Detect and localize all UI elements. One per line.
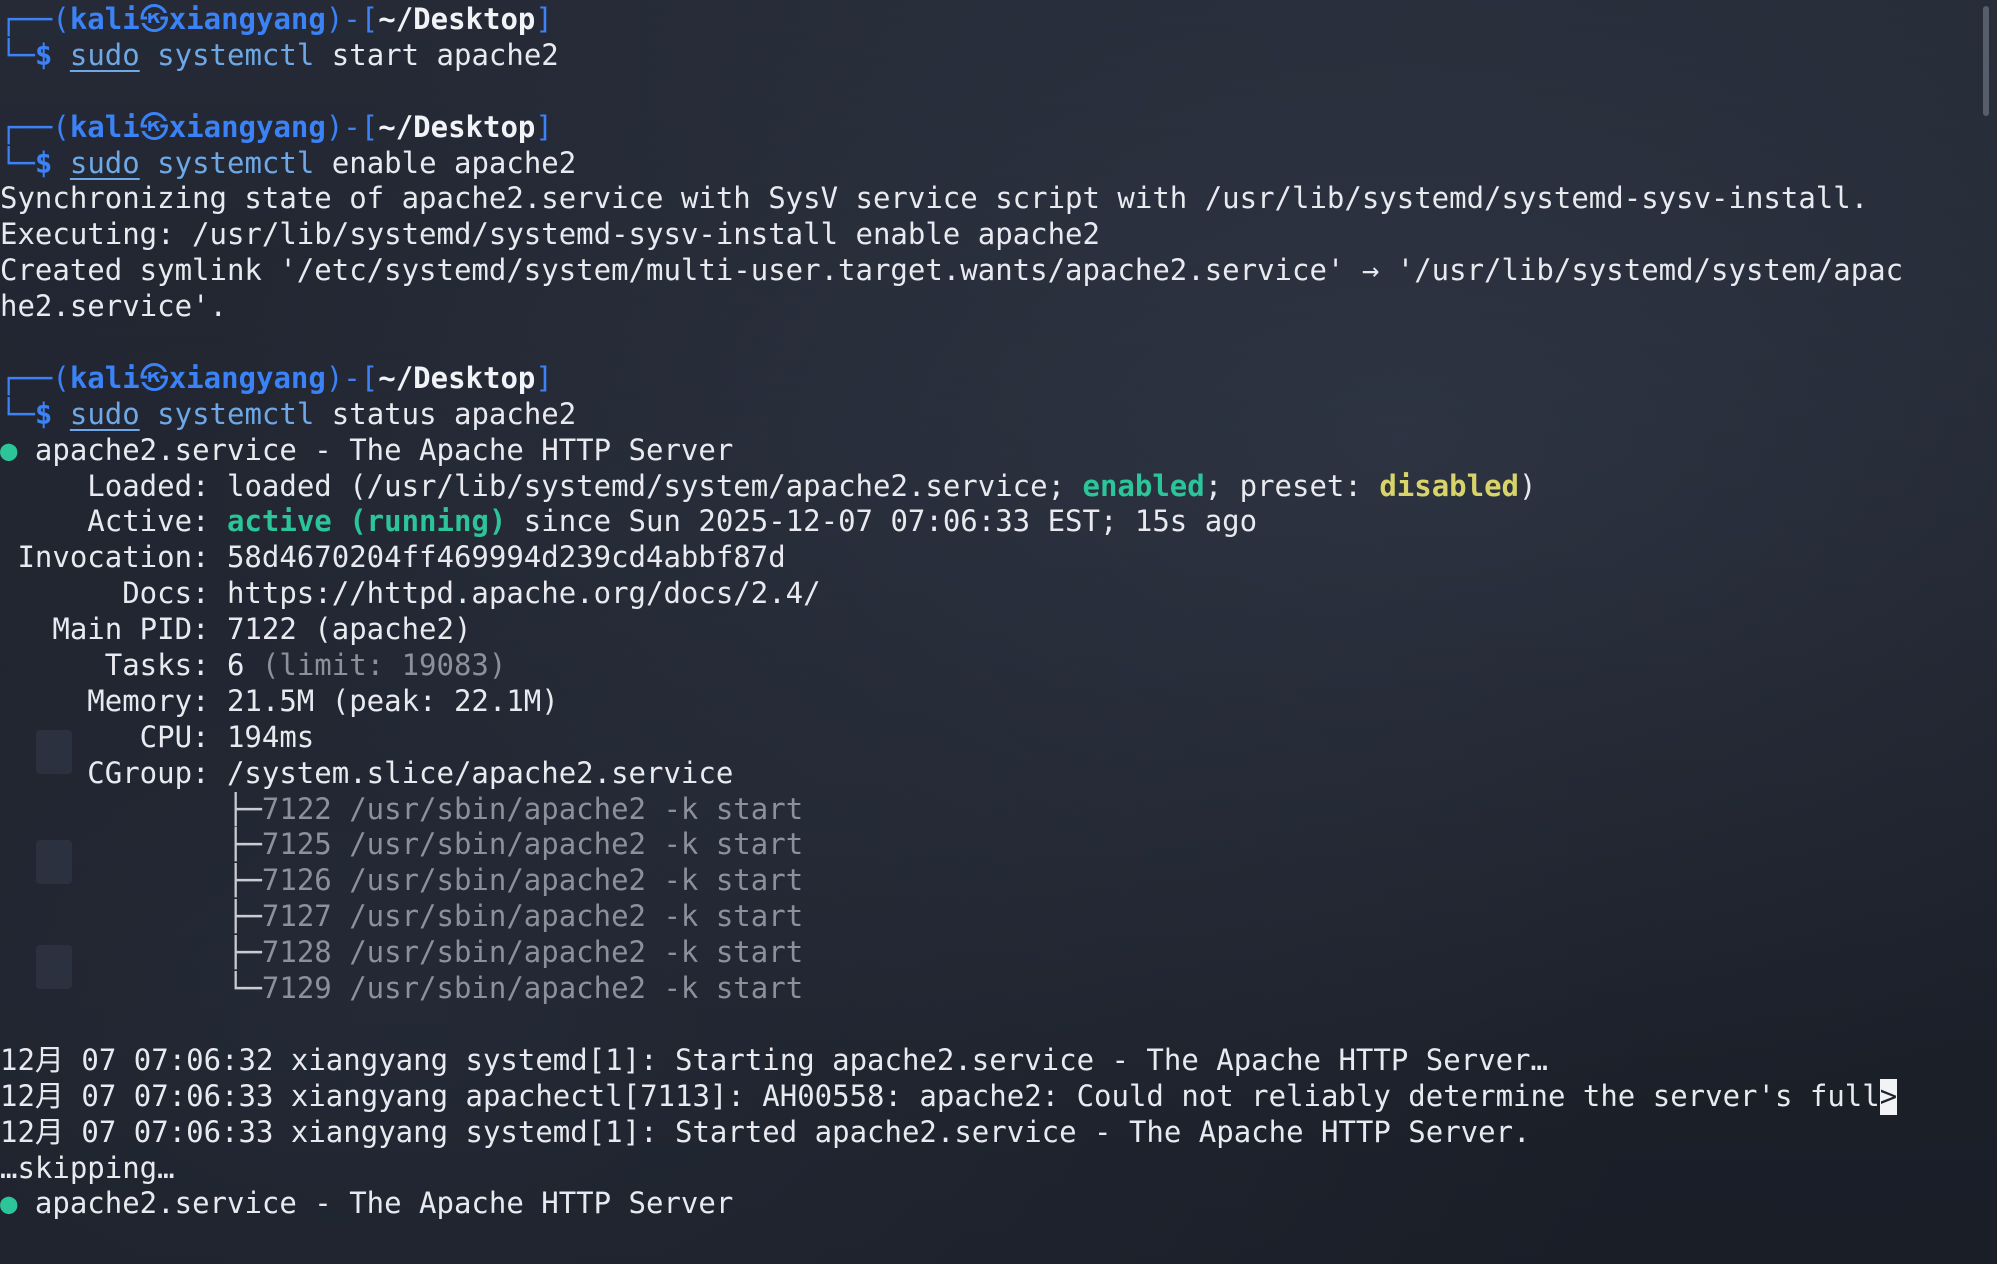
status-cpu: CPU: 194ms [0,719,315,754]
status-main-pid: Main PID: 7122 (apache2) [0,612,472,647]
cgroup-process: ├─7122 /usr/sbin/apache2 -k start [226,791,804,826]
journal-line: 12月 07 07:06:33 xiangyang apachectl[7113… [0,1078,1898,1115]
command-line: └─$ sudo systemctl status apache2 [0,396,577,431]
command-line: └─$ sudo systemctl enable apache2 [0,145,577,180]
command-line: └─$ sudo systemctl start apache2 [0,37,559,72]
journal-line: 12月 07 07:06:33 xiangyang systemd[1]: St… [0,1114,1531,1149]
cgroup-process: ├─7127 /usr/sbin/apache2 -k start [226,899,804,934]
status-dot-icon: ● [0,432,18,467]
status-dot-icon: ● [0,1186,18,1221]
skipping-line: …skipping… [0,1150,175,1185]
prompt-line: ┌──(kali㉿xiangyang)-[~/Desktop] [0,109,553,144]
cgroup-process: ├─7126 /usr/sbin/apache2 -k start [226,863,804,898]
cgroup-process: ├─7128 /usr/sbin/apache2 -k start [226,935,804,970]
output-line: Synchronizing state of apache2.service w… [0,181,1869,216]
status-active: Active: active (running) since Sun 2025-… [0,504,1258,539]
status-memory: Memory: 21.5M (peak: 22.1M) [0,683,559,718]
prompt-line: ┌──(kali㉿xiangyang)-[~/Desktop] [0,2,553,36]
output-line: Created symlink '/etc/systemd/system/mul… [0,253,1904,288]
truncation-marker: > [1879,1078,1898,1115]
terminal-output[interactable]: ┌──(kali㉿xiangyang)-[~/Desktop] └─$ sudo… [0,2,1997,1264]
cgroup-process: └─7129 /usr/sbin/apache2 -k start [226,971,804,1006]
status-header: ● apache2.service - The Apache HTTP Serv… [0,432,734,467]
cgroup-process: ├─7125 /usr/sbin/apache2 -k start [226,827,804,862]
status-invocation: Invocation: 58d4670204ff469994d239cd4abb… [0,540,786,575]
status-loaded: Loaded: loaded (/usr/lib/systemd/system/… [0,468,1537,503]
status-cgroup: CGroup: /system.slice/apache2.service [0,755,734,790]
journal-line: 12月 07 07:06:32 xiangyang systemd[1]: St… [0,1042,1548,1077]
prompt-line: ┌──(kali㉿xiangyang)-[~/Desktop] [0,360,553,395]
status-docs: Docs: https://httpd.apache.org/docs/2.4/ [0,576,821,611]
status-tasks: Tasks: 6 (limit: 19083) [0,648,507,683]
output-line: Executing: /usr/lib/systemd/systemd-sysv… [0,217,1100,252]
output-line: he2.service'. [0,289,227,324]
status-header-repeat: ● apache2.service - The Apache HTTP Serv… [0,1186,734,1221]
